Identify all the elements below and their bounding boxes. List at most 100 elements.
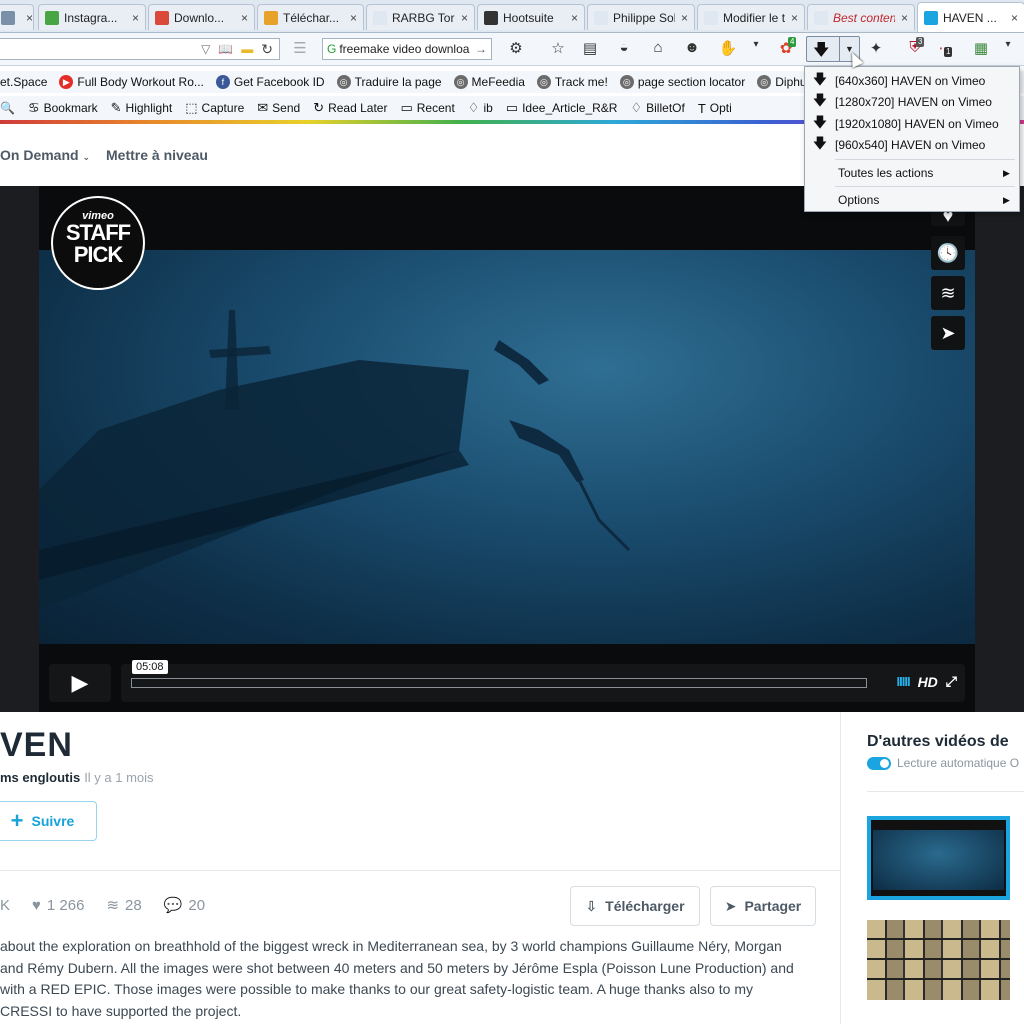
close-icon[interactable]: × bbox=[791, 11, 798, 25]
toolbar-item[interactable]: T Opti bbox=[698, 101, 732, 116]
video-player[interactable]: vimeo STAFF PICK ♥ 🕓 ≋ ➤ ▶ 05:08 IIIII H… bbox=[39, 186, 975, 712]
toggle-switch[interactable] bbox=[867, 756, 891, 770]
share-button[interactable]: ➤ Partager bbox=[710, 886, 816, 926]
bookmark-favicon-icon: ◎ bbox=[619, 75, 634, 89]
close-icon[interactable]: × bbox=[681, 11, 688, 25]
toolbar-item[interactable]: ↻ Read Later bbox=[313, 100, 387, 116]
video-frame[interactable] bbox=[39, 250, 975, 644]
nav-upgrade[interactable]: Mettre à niveau bbox=[106, 147, 208, 163]
follow-button[interactable]: + Suivre bbox=[0, 801, 97, 841]
toolbar-item[interactable]: ▭ Recent bbox=[400, 100, 454, 116]
home-icon[interactable]: ⌂ bbox=[648, 39, 668, 56]
download-button[interactable]: ⇩ Télécharger bbox=[570, 886, 700, 926]
bookmark-item[interactable]: f Get Facebook ID bbox=[215, 75, 325, 89]
related-thumbnail-cassettes[interactable] bbox=[867, 920, 1010, 1000]
volume-icon[interactable]: IIIII bbox=[897, 674, 911, 689]
menu-item-1920[interactable]: 🡇 [1920x1080] HAVEN on Vimeo bbox=[805, 113, 1019, 134]
chat-icon[interactable]: ☻ bbox=[682, 39, 702, 56]
download-helper-icon[interactable]: ✋ bbox=[718, 39, 738, 57]
bookmarks-list-icon[interactable]: ▤ bbox=[580, 39, 600, 57]
dropdown-arrow-icon[interactable]: ▽ bbox=[201, 42, 210, 56]
puzzle-icon[interactable]: ✦ bbox=[866, 39, 886, 57]
folder-icon[interactable]: ▬ bbox=[241, 42, 253, 56]
tab-4[interactable]: RARBG Torr...× bbox=[366, 4, 475, 30]
toolbar-item[interactable]: ♢ BilletOf bbox=[630, 100, 684, 116]
toolbar-item[interactable]: ♋ Bookmark bbox=[28, 100, 98, 116]
screen: ...×Instagra...×Downlo...×Téléchar...×RA… bbox=[0, 0, 1024, 1024]
bookmark-item[interactable]: ▶ Full Body Workout Ro... bbox=[59, 75, 204, 89]
search-icon[interactable]: 🔍 bbox=[0, 101, 15, 115]
tab-6[interactable]: Philippe Soll...× bbox=[587, 4, 695, 30]
download-arrow-icon[interactable]: 🡇 bbox=[813, 39, 829, 66]
toolbar-glyph-icon: ✎ bbox=[110, 100, 122, 115]
tab-0[interactable]: ...× bbox=[0, 4, 34, 30]
byline: ms engloutis Il y a 1 mois bbox=[0, 770, 154, 785]
favicon-icon bbox=[373, 10, 387, 25]
tab-7[interactable]: Modifier le t...× bbox=[697, 4, 805, 30]
likes-stat[interactable]: ♥ 1 266 bbox=[32, 897, 84, 914]
autoplay-toggle[interactable]: Lecture automatique O bbox=[867, 756, 1019, 770]
fullscreen-icon[interactable]: ⤢ bbox=[946, 673, 957, 690]
tab-3[interactable]: Téléchar... × bbox=[257, 4, 364, 30]
tab-2[interactable]: Downlo... × bbox=[148, 4, 255, 30]
close-icon[interactable]: × bbox=[241, 11, 248, 25]
overflow-chevron-icon[interactable]: ▾ bbox=[998, 39, 1018, 50]
author-link[interactable]: ms engloutis bbox=[0, 770, 80, 785]
toolbar-glyph-icon: ♋ bbox=[27, 100, 40, 115]
close-icon[interactable]: × bbox=[350, 11, 357, 25]
play-button[interactable]: ▶ bbox=[49, 664, 111, 702]
tab-5[interactable]: Hootsuite × bbox=[477, 4, 585, 30]
bookmark-item[interactable]: ◎ Track me! bbox=[536, 75, 608, 89]
search-input[interactable]: G freemake video downloa → bbox=[322, 38, 492, 60]
reader-icon[interactable]: 📖 bbox=[218, 42, 233, 56]
bookmark-item[interactable]: ◎ Traduire la page bbox=[336, 75, 442, 89]
tab-1[interactable]: Instagra... × bbox=[38, 4, 146, 30]
toolbar-item[interactable]: ♢ ib bbox=[468, 100, 493, 116]
nav-toolbar: ▽ 📖 ▬ ↻ ☰ G freemake video downloa → ⚙ ☆… bbox=[0, 33, 1024, 66]
count-badge: 1 bbox=[944, 47, 953, 57]
collections-stat[interactable]: ≋ 28 bbox=[106, 896, 141, 914]
favicon-icon bbox=[924, 10, 938, 25]
bookmark-item[interactable]: ◎ Diphur bbox=[757, 75, 811, 89]
search-go-icon[interactable]: → bbox=[475, 42, 487, 56]
bookmark-star-icon[interactable]: ☆ bbox=[548, 39, 568, 57]
toolbar-item[interactable]: ✎ Highlight bbox=[111, 100, 173, 116]
chevron-down-icon[interactable]: ▾ bbox=[746, 39, 766, 50]
plays-count: K bbox=[0, 896, 11, 914]
collections-icon[interactable]: ≋ bbox=[931, 276, 965, 310]
share-icon[interactable]: ➤ bbox=[931, 316, 965, 350]
tab-8[interactable]: Best content ...× bbox=[807, 4, 915, 30]
close-icon[interactable]: × bbox=[132, 11, 139, 25]
toolbar-item[interactable]: ✉ Send bbox=[257, 100, 300, 116]
tab-9[interactable]: HAVEN ... × bbox=[917, 2, 1024, 32]
related-thumbnail-current[interactable] bbox=[867, 816, 1010, 900]
menu-all-actions[interactable]: Toutes les actions ▶ bbox=[805, 160, 1019, 186]
watch-later-icon[interactable]: 🕓 bbox=[931, 236, 965, 270]
menu-item-1280[interactable]: 🡇 [1280x720] HAVEN on Vimeo bbox=[805, 91, 1019, 112]
pocket-icon[interactable]: ◒ bbox=[614, 39, 634, 56]
bookmark-item[interactable]: ◎ MeFeedia bbox=[453, 75, 525, 89]
close-icon[interactable]: × bbox=[26, 11, 33, 25]
bookmark-item[interactable]: et.Space bbox=[0, 75, 47, 89]
progress-bar[interactable]: 05:08 bbox=[131, 660, 867, 688]
close-icon[interactable]: × bbox=[1011, 11, 1018, 25]
bookmark-item[interactable]: ◎ page section locator bbox=[619, 75, 745, 89]
toolbar-item[interactable]: ⬚ Capture bbox=[185, 100, 244, 116]
comments-stat[interactable]: 💬 20 bbox=[164, 896, 205, 914]
close-icon[interactable]: × bbox=[901, 11, 908, 25]
rss-icon[interactable]: ☰ bbox=[290, 39, 310, 57]
toolbar-item[interactable]: ▭ Idee_Article_R&R bbox=[506, 100, 618, 116]
close-icon[interactable]: × bbox=[461, 11, 468, 25]
close-icon[interactable]: × bbox=[571, 11, 578, 25]
menu-item-640[interactable]: 🡇 [640x360] HAVEN on Vimeo bbox=[805, 70, 1019, 91]
video-stage: vimeo STAFF PICK ♥ 🕓 ≋ ➤ ▶ 05:08 IIIII H… bbox=[0, 186, 1024, 712]
menu-item-960[interactable]: 🡇 [960x540] HAVEN on Vimeo bbox=[805, 134, 1019, 155]
extensions-icon[interactable]: ⚙ bbox=[506, 39, 526, 57]
related-videos: D'autres vidéos de Lecture automatique O bbox=[840, 712, 1024, 1024]
grid-extension-icon[interactable]: ▦ bbox=[971, 39, 991, 57]
menu-options[interactable]: Options ▶ bbox=[805, 187, 1019, 213]
url-bar[interactable]: ▽ 📖 ▬ ↻ bbox=[0, 38, 280, 60]
nav-on-demand[interactable]: On Demand ⌄ bbox=[0, 147, 90, 163]
reload-icon[interactable]: ↻ bbox=[261, 41, 273, 58]
hd-button[interactable]: HD bbox=[918, 674, 938, 690]
